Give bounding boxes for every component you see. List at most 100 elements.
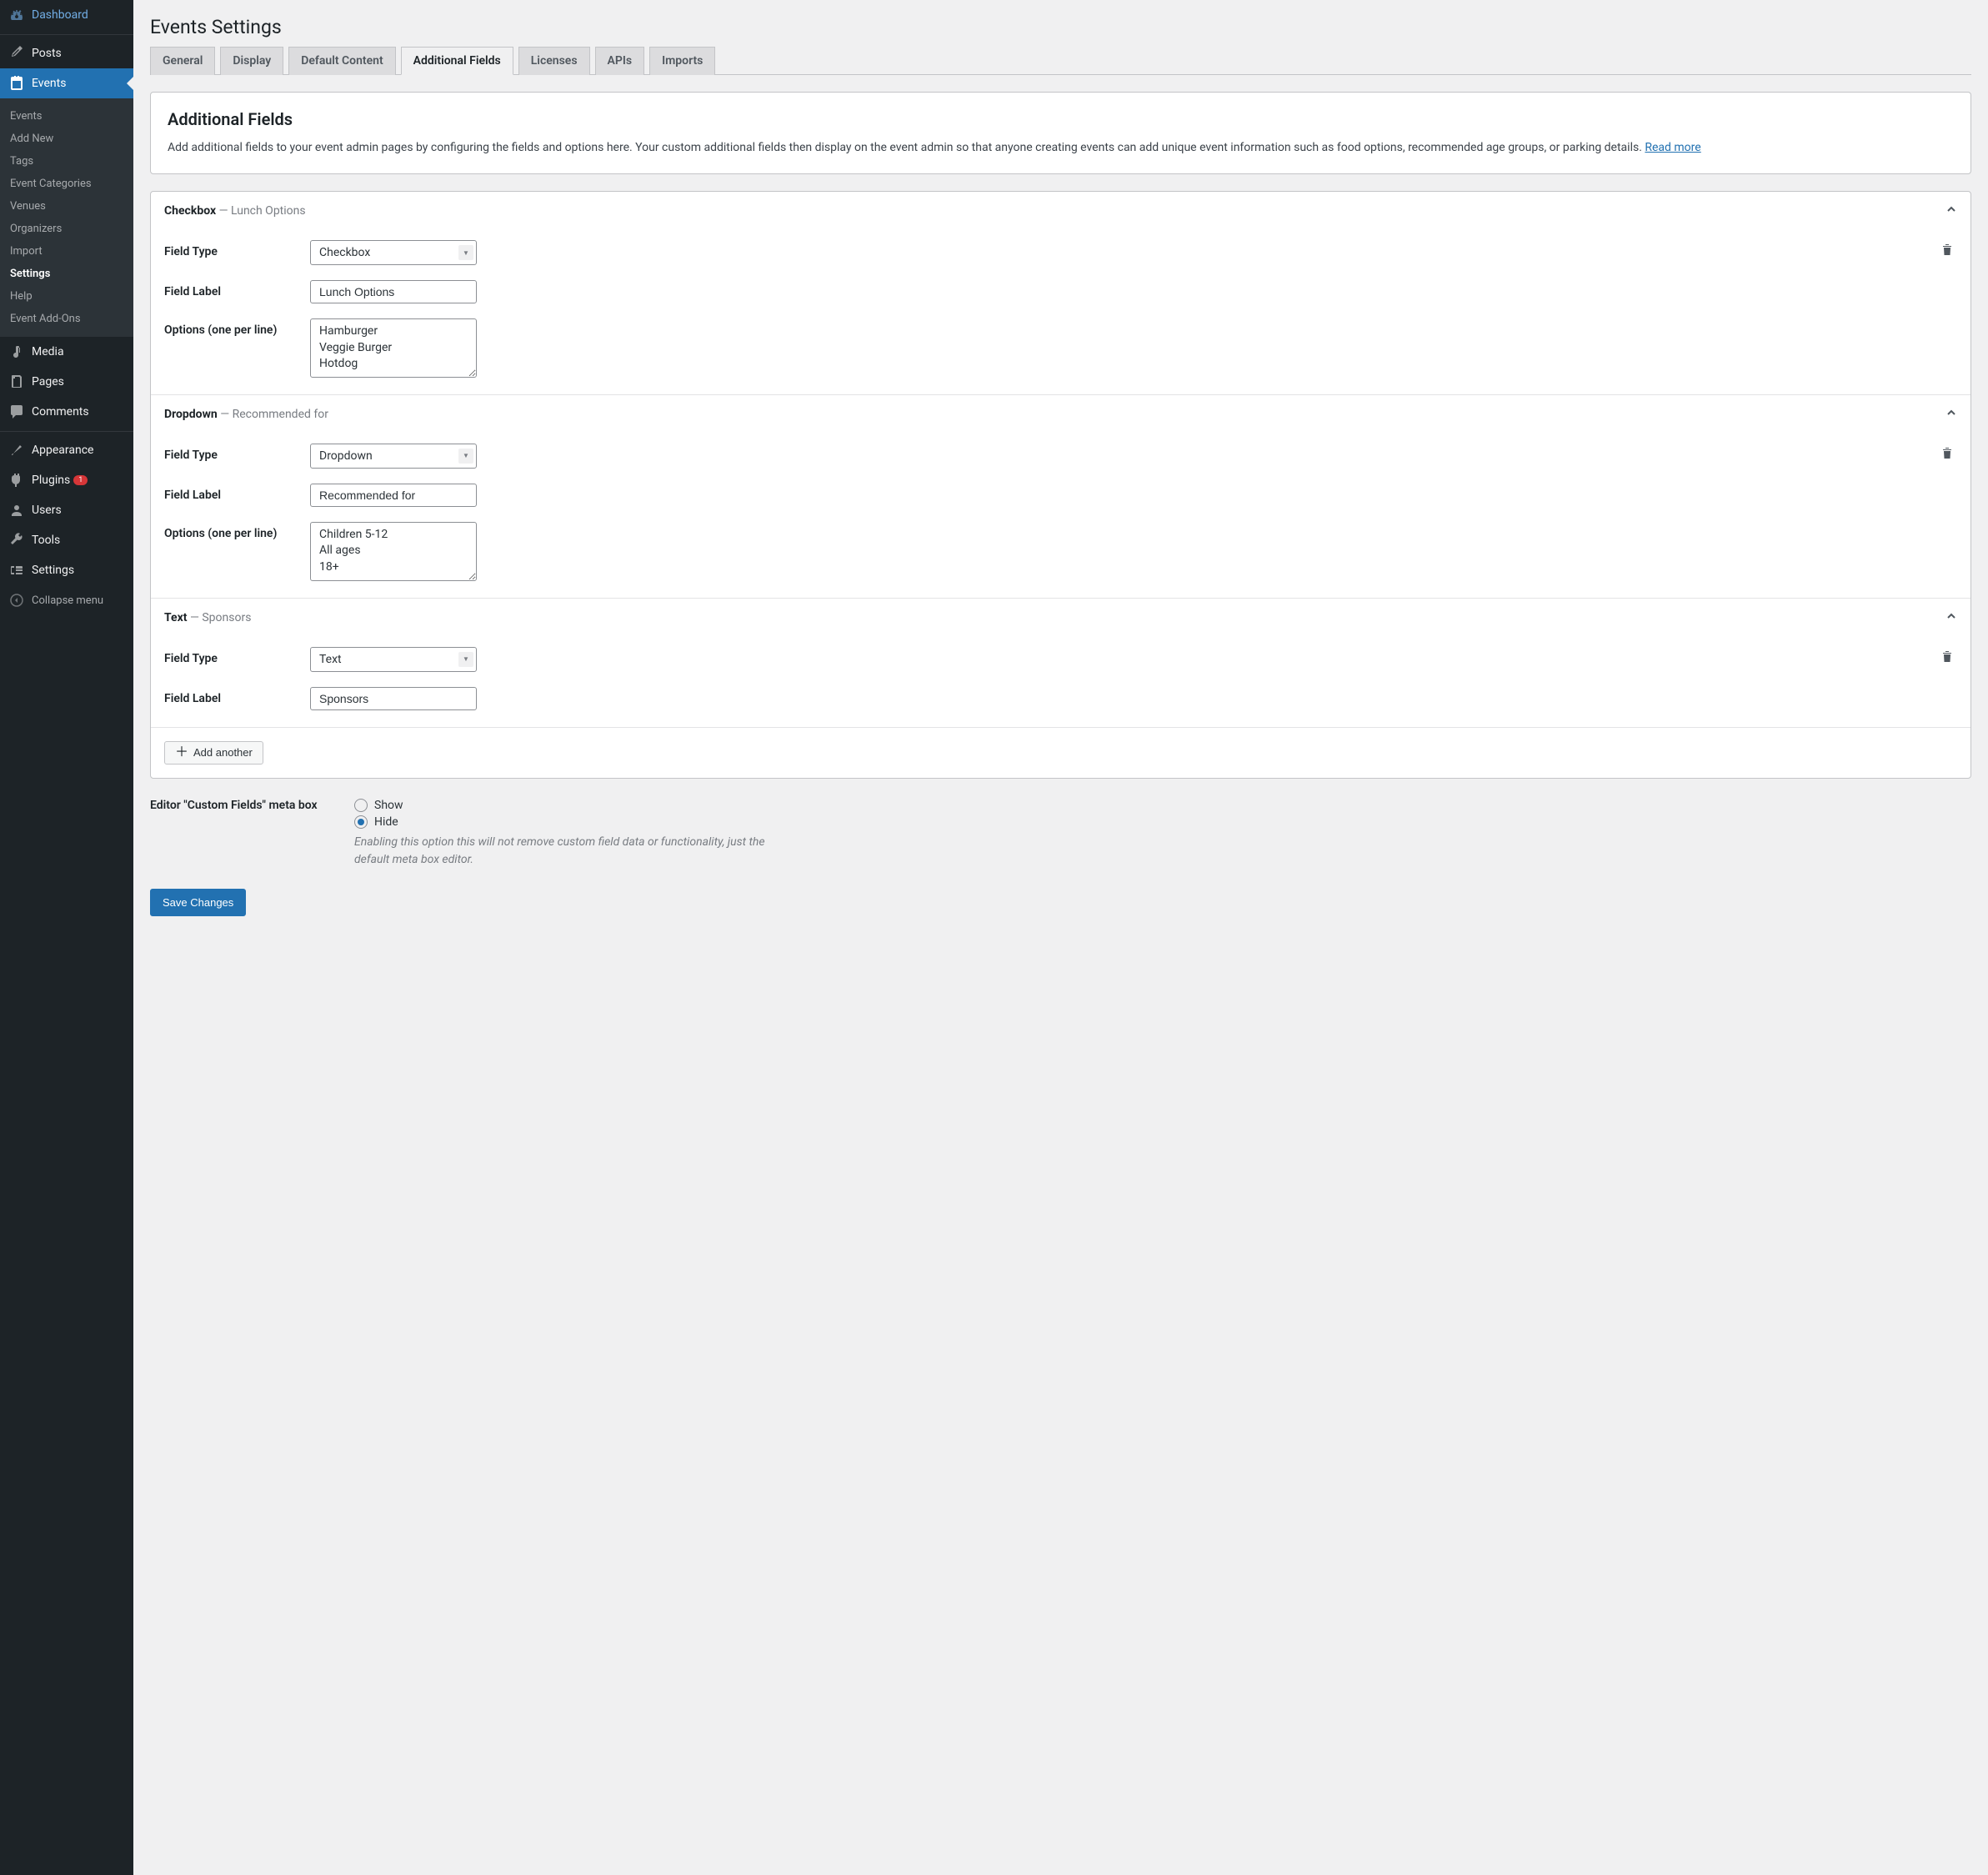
field-label-row-label: Field Label [164,687,310,705]
delete-field-button[interactable] [1940,447,1954,464]
collapse-icon [8,592,25,609]
radio-icon [354,799,368,812]
radio-label: Hide [374,815,398,829]
subitem-add-new[interactable]: Add New [0,128,133,150]
field-type-label: Text [164,611,187,624]
options-row-label: Options (one per line) [164,522,310,540]
field-accordion-header[interactable]: Dropdown — Recommended for [151,394,1970,434]
field-type-select[interactable]: Text ▼ [310,647,477,672]
dashboard-icon [8,7,25,23]
sidebar-label: Events [32,77,66,90]
collapse-menu[interactable]: Collapse menu [0,585,133,615]
sidebar-label: Pages [32,375,64,389]
field-type-select[interactable]: Dropdown ▼ [310,444,477,469]
field-type-select[interactable]: Checkbox ▼ [310,240,477,265]
options-row-label: Options (one per line) [164,318,310,337]
pin-icon [8,45,25,62]
delete-field-button[interactable] [1940,650,1954,667]
tab-general[interactable]: General [150,47,215,75]
read-more-link[interactable]: Read more [1645,141,1700,154]
tab-imports[interactable]: Imports [649,47,715,75]
accordion-title: Text — Sponsors [164,611,251,624]
select-value: Dropdown [310,444,477,469]
subitem-organizers[interactable]: Organizers [0,218,133,240]
sidebar-item-pages[interactable]: Pages [0,367,133,397]
tab-default-content[interactable]: Default Content [288,47,395,75]
main-content: Events Settings General Display Default … [133,0,1988,1875]
field-accordion-header[interactable]: Text — Sponsors [151,598,1970,637]
plug-icon [8,472,25,489]
sidebar-item-events[interactable]: Events [0,68,133,98]
field-label-input[interactable] [310,484,477,507]
field-name-label: — Recommended for [220,408,328,421]
accordion-title: Checkbox — Lunch Options [164,204,306,218]
add-another-label: Add another [193,746,253,759]
radio-icon [354,815,368,829]
chevron-up-icon [1945,203,1957,218]
field-type-row-label: Field Type [164,444,310,462]
collapse-label: Collapse menu [32,594,103,607]
intro-title: Additional Fields [168,109,1954,129]
sidebar-item-appearance[interactable]: Appearance [0,435,133,465]
sidebar-label: Comments [32,405,89,419]
field-type-label: Checkbox [164,204,216,218]
sidebar-label: Media [32,345,64,358]
subitem-tags[interactable]: Tags [0,150,133,173]
sidebar-item-media[interactable]: Media [0,337,133,367]
field-accordion-body: Field Type Checkbox ▼ Field Label Option… [151,230,1970,394]
field-label-input[interactable] [310,687,477,710]
sidebar-item-plugins[interactable]: Plugins 1 [0,465,133,495]
page-title: Events Settings [150,8,1971,42]
sidebar-item-users[interactable]: Users [0,495,133,525]
subitem-import[interactable]: Import [0,240,133,263]
field-type-row-label: Field Type [164,647,310,665]
subitem-settings[interactable]: Settings [0,263,133,285]
show-radio-option[interactable]: Show [354,799,771,812]
subitem-event-addons[interactable]: Event Add-Ons [0,308,133,330]
plugin-update-badge: 1 [73,475,88,485]
plus-icon: ＋ [175,746,188,760]
tab-licenses[interactable]: Licenses [518,47,590,75]
add-another-button[interactable]: ＋ Add another [164,741,263,765]
sidebar-label: Plugins [32,474,70,487]
sidebar-label: Appearance [32,444,93,457]
brush-icon [8,442,25,459]
sidebar-item-dashboard[interactable]: Dashboard [0,0,133,30]
meta-options: Show Hide Enabling this option this will… [354,799,771,869]
field-name-label: — Lunch Options [219,204,306,218]
tab-apis[interactable]: APIs [595,47,645,75]
settings-tabs: General Display Default Content Addition… [150,47,1971,75]
options-textarea[interactable]: Children 5-12 All ages 18+ [310,522,477,581]
sidebar-item-settings[interactable]: Settings [0,555,133,585]
field-label-row-label: Field Label [164,484,310,502]
pages-icon [8,373,25,390]
subitem-help[interactable]: Help [0,285,133,308]
sidebar-item-tools[interactable]: Tools [0,525,133,555]
field-accordion-header[interactable]: Checkbox — Lunch Options [151,192,1970,230]
field-accordion-body: Field Type Text ▼ Field Label [151,637,1970,727]
options-textarea[interactable]: Hamburger Veggie Burger Hotdog [310,318,477,378]
field-label-input[interactable] [310,280,477,303]
delete-field-button[interactable] [1940,243,1954,260]
save-changes-button[interactable]: Save Changes [150,889,246,916]
sidebar-label: Settings [32,564,74,577]
add-another-row: ＋ Add another [151,727,1970,778]
accordion-title: Dropdown — Recommended for [164,408,328,421]
sidebar-label: Dashboard [32,8,88,22]
sliders-icon [8,562,25,579]
subitem-venues[interactable]: Venues [0,195,133,218]
chevron-up-icon [1945,407,1957,422]
calendar-icon [8,75,25,92]
field-label-row-label: Field Label [164,280,310,298]
events-submenu: Events Add New Tags Event Categories Ven… [0,98,133,337]
subitem-event-categories[interactable]: Event Categories [0,173,133,195]
tab-display[interactable]: Display [220,47,283,75]
subitem-events[interactable]: Events [0,105,133,128]
sidebar-item-comments[interactable]: Comments [0,397,133,427]
field-accordion-body: Field Type Dropdown ▼ Field Label Option… [151,434,1970,598]
hide-radio-option[interactable]: Hide [354,815,771,829]
tab-additional-fields[interactable]: Additional Fields [401,47,513,75]
media-icon [8,343,25,360]
meta-box-label: Editor "Custom Fields" meta box [150,799,354,812]
sidebar-item-posts[interactable]: Posts [0,38,133,68]
